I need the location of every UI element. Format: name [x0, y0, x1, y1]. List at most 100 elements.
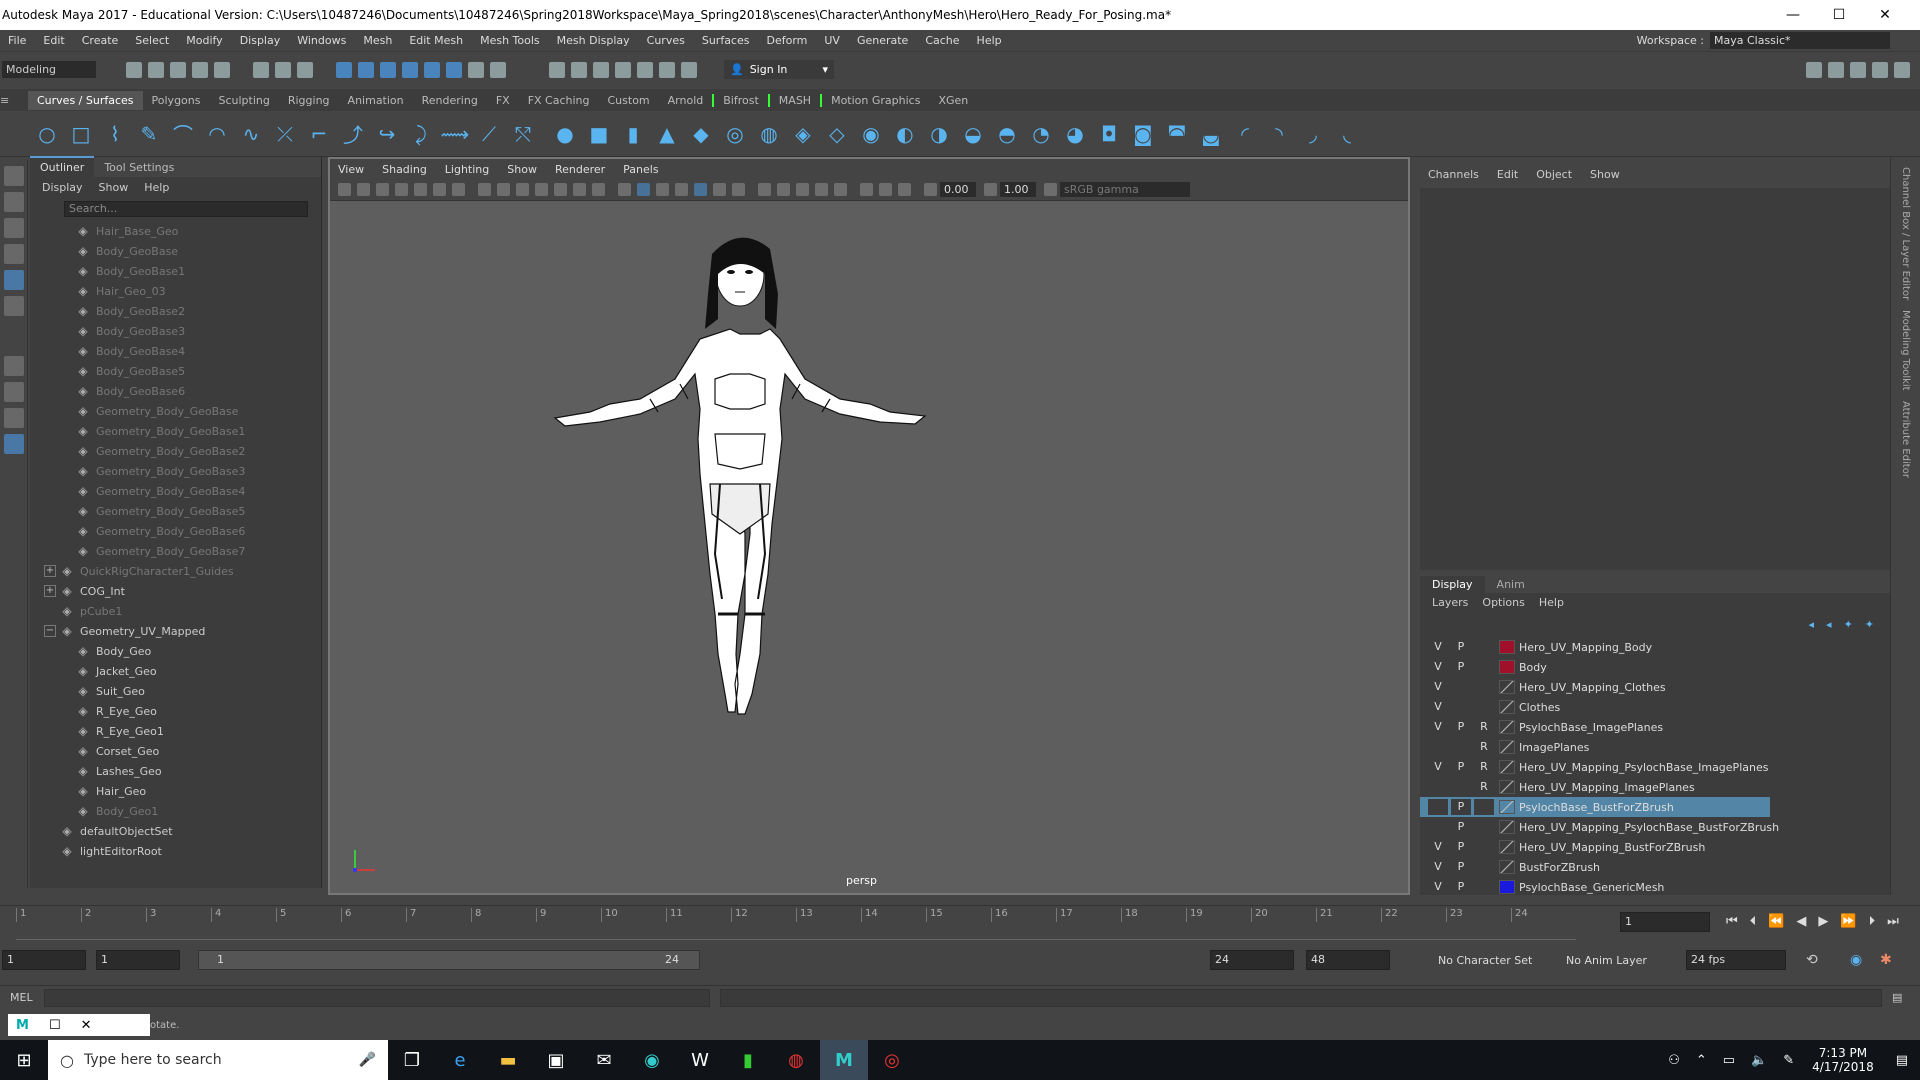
layer-row[interactable]: V P Hero_UV_Mapping_Body [1420, 637, 1890, 657]
snap-curve-icon[interactable] [358, 61, 374, 78]
windows-start-icon[interactable]: ⊞ [0, 1040, 48, 1080]
render-settings-icon[interactable] [615, 61, 631, 78]
cb-menu-show[interactable]: Show [1590, 168, 1620, 181]
safe-action-icon[interactable] [573, 183, 586, 196]
motion-blur-icon[interactable] [777, 183, 790, 196]
image-plane-icon[interactable] [414, 183, 427, 196]
expand-toggle-icon[interactable]: − [44, 625, 56, 637]
taskbar-search[interactable]: ○ Type here to search 🎤 [48, 1040, 388, 1080]
layer-row[interactable]: V Clothes [1420, 697, 1890, 717]
command-input[interactable] [44, 988, 710, 1007]
layer-v-toggle[interactable]: V [1428, 639, 1448, 655]
expand-toggle-icon[interactable]: + [44, 585, 56, 597]
chevron-up-icon[interactable]: ⌃ [1696, 1053, 1707, 1068]
outliner-node[interactable]: ◈ Geometry_Body_GeoBase7 [30, 541, 321, 561]
extend-curve-icon[interactable]: ↪ [374, 121, 400, 147]
layout-single-icon[interactable] [4, 356, 24, 376]
extrude-icon[interactable]: ◉ [858, 121, 884, 147]
menu-curves[interactable]: Curves [639, 34, 694, 47]
detach-curve-icon[interactable]: ⌐ [306, 121, 332, 147]
anti-aliasing-icon[interactable] [796, 183, 809, 196]
layer-row[interactable]: P PsylochBase_BustForZBrush [1420, 797, 1770, 817]
outliner-search-input[interactable]: Search... [64, 201, 308, 217]
layer-row[interactable]: V P Body [1420, 657, 1890, 677]
new-scene-icon[interactable] [126, 61, 142, 78]
move-layer-up-icon[interactable]: ◂ [1809, 618, 1815, 631]
layer-v-toggle[interactable] [1428, 739, 1448, 755]
grease-pencil-icon[interactable] [452, 183, 465, 196]
cv-curve-icon[interactable]: ⌒ [170, 121, 196, 147]
tab-polygons[interactable]: Polygons [143, 94, 210, 107]
wireframe-on-shaded-icon[interactable] [675, 183, 688, 196]
attach-surface-icon[interactable]: ◚ [1164, 121, 1190, 147]
layer-p-toggle[interactable]: P [1451, 719, 1471, 735]
select-object-icon[interactable] [275, 61, 291, 78]
exposure-icon[interactable] [924, 183, 937, 196]
snap-surface-icon[interactable] [424, 61, 440, 78]
snap-view-icon[interactable] [402, 61, 418, 78]
layer-menu-layers[interactable]: Layers [1432, 596, 1468, 609]
gamma-field[interactable]: 1.00 [1000, 182, 1036, 197]
menu-set-dropdown[interactable]: Modeling [2, 61, 96, 78]
layer-p-toggle[interactable]: P [1451, 819, 1471, 835]
backface-icon[interactable] [898, 183, 911, 196]
layer-v-toggle[interactable]: V [1428, 859, 1448, 875]
layer-r-toggle[interactable] [1474, 879, 1494, 895]
network-icon[interactable]: ▭ [1723, 1053, 1735, 1068]
restore-icon[interactable]: ☐ [49, 1018, 61, 1033]
render-view-icon[interactable] [549, 61, 565, 78]
boundary-icon[interactable]: ◒ [960, 121, 986, 147]
untrim-icon[interactable]: ◙ [1130, 121, 1156, 147]
layer-color-swatch[interactable] [1499, 660, 1515, 674]
layer-r-toggle[interactable] [1474, 699, 1494, 715]
current-frame-field[interactable]: 1 [1620, 912, 1710, 932]
view-transform-dropdown[interactable]: sRGB gamma [1060, 182, 1190, 197]
layer-color-swatch[interactable] [1499, 820, 1515, 834]
layer-p-toggle[interactable]: P [1451, 859, 1471, 875]
rebuild-surface-icon[interactable]: ◝ [1266, 121, 1292, 147]
people-icon[interactable]: ⚇ [1668, 1053, 1680, 1068]
layer-v-toggle[interactable] [1428, 779, 1448, 795]
nurbs-plane-icon[interactable]: ◆ [688, 121, 714, 147]
nurbs-square-icon[interactable]: □ [68, 121, 94, 147]
layer-r-toggle[interactable] [1474, 659, 1494, 675]
layer-p-toggle[interactable] [1451, 739, 1471, 755]
select-hierarchy-icon[interactable] [253, 61, 269, 78]
history-icon[interactable] [468, 61, 484, 78]
use-all-lights-icon[interactable] [713, 183, 726, 196]
tool-settings-icon[interactable] [1850, 61, 1866, 78]
lasso-tool-icon[interactable] [4, 192, 24, 212]
menu-mesh-display[interactable]: Mesh Display [549, 34, 639, 47]
ipr-render-icon[interactable] [593, 61, 609, 78]
snap-live-icon[interactable] [446, 61, 462, 78]
chrome-icon[interactable]: ◎ [868, 1040, 916, 1080]
outliner-node[interactable]: ◈ Corset_Geo [30, 741, 321, 761]
new-layer-selected-icon[interactable]: ✦ [1865, 618, 1874, 631]
menu-windows[interactable]: Windows [289, 34, 355, 47]
outliner-node[interactable]: ◈ Lashes_Geo [30, 761, 321, 781]
menu-mesh-tools[interactable]: Mesh Tools [472, 34, 549, 47]
layer-p-toggle[interactable]: P [1451, 659, 1471, 675]
mail-icon[interactable]: ✉ [580, 1040, 628, 1080]
outliner-node[interactable]: ◈ Geometry_Body_GeoBase6 [30, 521, 321, 541]
clock[interactable]: 7:13 PM 4/17/2018 [1812, 1046, 1874, 1074]
outliner-node[interactable]: ◈ Hair_Geo [30, 781, 321, 801]
layer-v-toggle[interactable]: V [1428, 659, 1448, 675]
outliner-node[interactable]: ◈ Geometry_Body_GeoBase2 [30, 441, 321, 461]
square-surface-icon[interactable]: ◓ [994, 121, 1020, 147]
outliner-node[interactable]: ◈ Body_GeoBase1 [30, 261, 321, 281]
layer-p-toggle[interactable] [1451, 699, 1471, 715]
auto-key-icon[interactable]: ◉ [1850, 952, 1862, 968]
select-tool-icon[interactable] [4, 166, 24, 186]
xray-icon[interactable] [860, 183, 873, 196]
arc-icon[interactable]: ◠ [204, 121, 230, 147]
tab-attribute-editor[interactable]: Attribute Editor [1900, 401, 1911, 478]
tab-modeling-toolkit[interactable]: Modeling Toolkit [1900, 310, 1911, 391]
fps-dropdown[interactable]: 24 fps [1686, 950, 1786, 970]
vp-menu-shading[interactable]: Shading [382, 163, 427, 176]
script-editor-icon[interactable]: ▤ [1892, 991, 1902, 1004]
outliner-menu-show[interactable]: Show [99, 181, 129, 194]
2d-pan-icon[interactable] [433, 183, 446, 196]
loft-icon[interactable]: ◈ [790, 121, 816, 147]
layer-color-swatch[interactable] [1499, 740, 1515, 754]
